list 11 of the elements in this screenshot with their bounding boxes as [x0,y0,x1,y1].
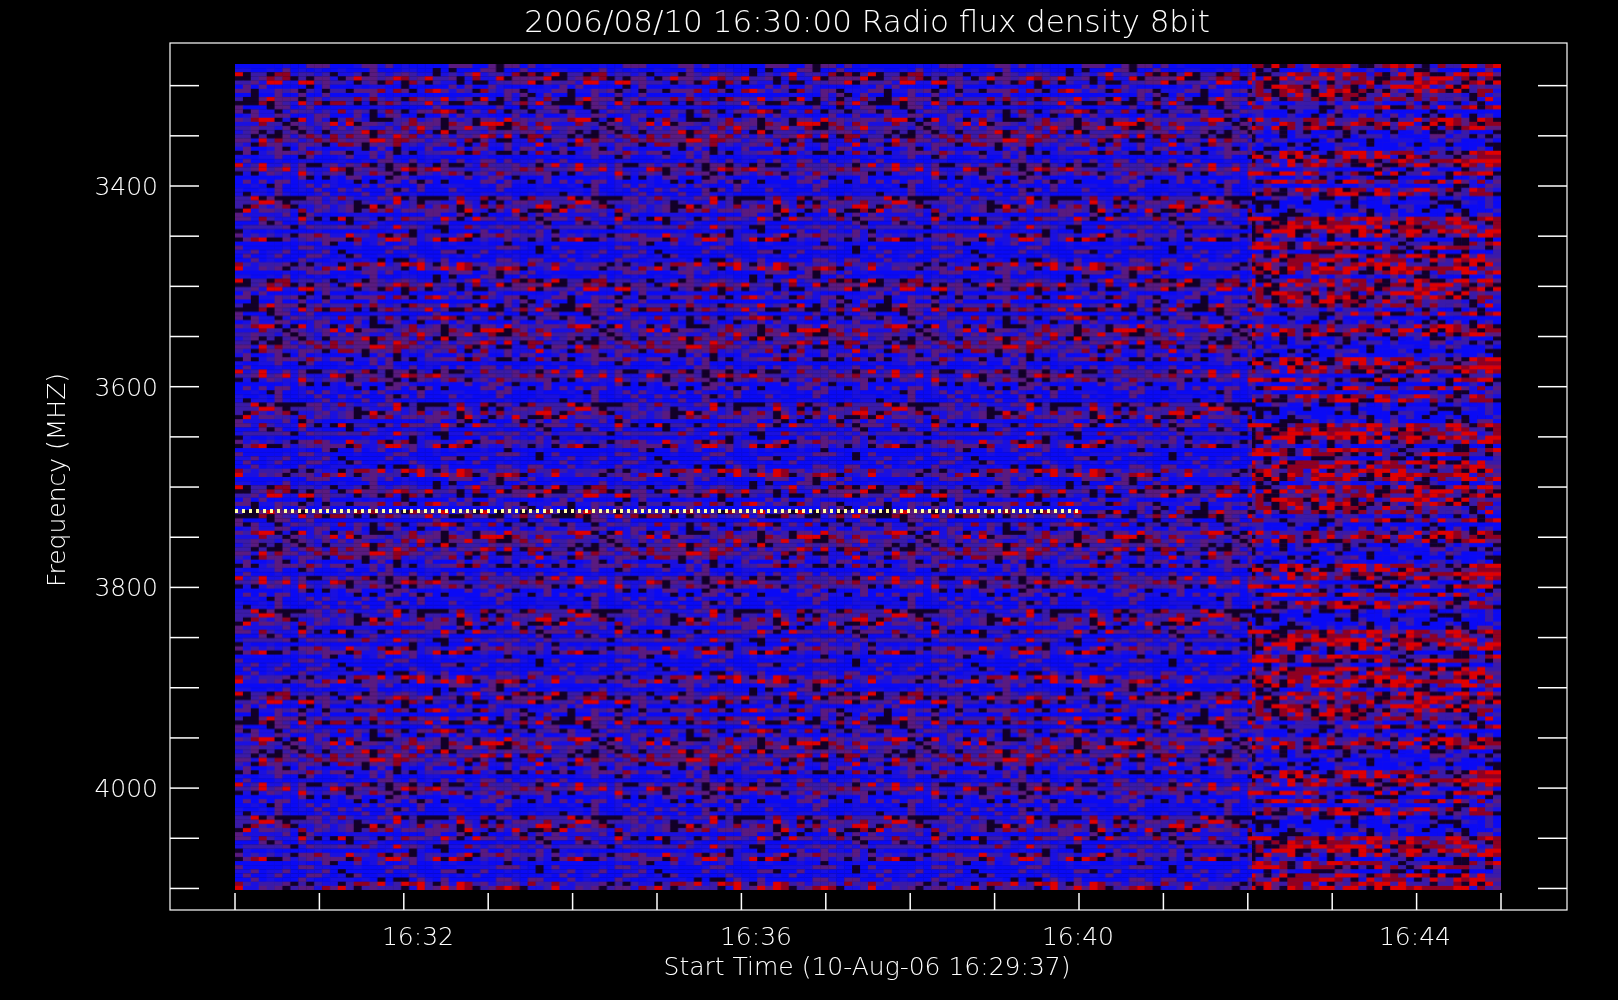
y-tick-label: 3800 [94,573,158,603]
y-tick-label: 4000 [94,774,158,804]
chart-title: 2006/08/10 16:30:00 Radio flux density 8bit [524,3,1210,39]
x-tick-label: 16:40 [1042,922,1114,951]
y-axis-label: Frequency (MHZ) [42,372,71,588]
y-tick-label: 3400 [94,172,158,201]
x-axis-label: Start Time (10-Aug-06 16:29:37) [663,952,1071,981]
y-tick-label: 3600 [94,372,158,402]
x-tick-label: 16:44 [1379,922,1451,951]
x-tick-label: 16:36 [720,922,792,951]
x-tick-label: 16:32 [382,922,454,951]
